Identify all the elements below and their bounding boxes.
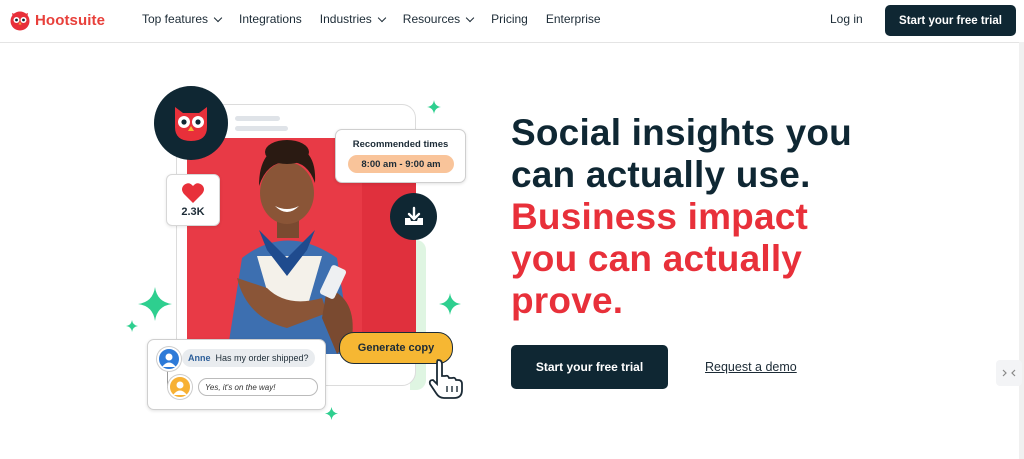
- headline-accent-line: you can actually: [511, 238, 803, 279]
- recommended-times-card: Recommended times 8:00 am - 9:00 am: [335, 129, 466, 183]
- placeholder-line: [235, 116, 280, 121]
- nav-start-trial-button[interactable]: Start your free trial: [885, 5, 1016, 36]
- login-link[interactable]: Log in: [830, 12, 863, 26]
- sparkle-icon: [427, 100, 441, 114]
- hootsuite-logo[interactable]: Hootsuite: [9, 9, 105, 31]
- user-avatar-icon: [157, 347, 181, 371]
- nav-item-label: Integrations: [239, 12, 302, 26]
- top-navigation: Hootsuite Top features Integrations Indu…: [0, 0, 1024, 43]
- widget-icon: [1002, 369, 1016, 377]
- chat-reply-field: Yes, it's on the way!: [198, 378, 318, 396]
- likes-count: 2.3K: [181, 206, 205, 218]
- nav-item-label: Pricing: [491, 12, 528, 26]
- placeholder-line: [235, 126, 288, 131]
- recommended-time-pill: 8:00 am - 9:00 am: [348, 155, 454, 173]
- nav-item-resources[interactable]: Resources: [402, 12, 475, 26]
- sparkle-icon: [138, 287, 172, 321]
- likes-card: 2.3K: [166, 174, 220, 226]
- headline-line: Social insights you: [511, 112, 852, 153]
- nav-item-pricing[interactable]: Pricing: [491, 12, 528, 26]
- user-avatar-icon: [168, 375, 192, 399]
- recommended-times-title: Recommended times: [352, 139, 449, 150]
- chevron-down-icon: [213, 13, 223, 22]
- download-badge: [390, 193, 437, 240]
- hero-headline: Social insights you can actually use. Bu…: [511, 112, 852, 322]
- nav-links: Top features Integrations Industries Res…: [142, 12, 619, 26]
- nav-item-label: Resources: [402, 12, 461, 26]
- request-demo-link[interactable]: Request a demo: [705, 360, 797, 374]
- nav-item-label: Industries: [319, 12, 372, 26]
- scrollbar-track[interactable]: [1019, 42, 1024, 459]
- heart-icon: [182, 183, 204, 203]
- owl-icon: [175, 107, 207, 141]
- nav-item-enterprise[interactable]: Enterprise: [546, 12, 601, 26]
- headline-accent-line: prove.: [511, 280, 624, 321]
- nav-item-label: Enterprise: [545, 12, 601, 26]
- headline-accent-line: Business impact: [511, 196, 809, 237]
- nav-item-industries[interactable]: Industries: [319, 12, 387, 26]
- sparkle-icon: [439, 293, 461, 315]
- nav-item-label: Top features: [142, 12, 209, 26]
- sparkle-icon: [126, 320, 138, 332]
- nav-item-integrations[interactable]: Integrations: [239, 12, 302, 26]
- hero-start-trial-button[interactable]: Start your free trial: [511, 345, 668, 389]
- nav-item-top-features[interactable]: Top features: [142, 12, 223, 26]
- logo-wordmark: Hootsuite: [35, 11, 106, 29]
- side-widget-button[interactable]: [996, 360, 1022, 386]
- chevron-down-icon: [465, 13, 475, 22]
- sparkle-icon: [325, 407, 338, 420]
- headline-line: can actually use.: [511, 154, 811, 195]
- chat-sender-name: Anne: [188, 353, 211, 363]
- hand-cursor-icon: [428, 359, 463, 399]
- chat-card: Anne Has my order shipped? Yes, it's on …: [147, 339, 326, 410]
- owl-logo-icon: [10, 11, 30, 31]
- chat-message-bubble: Anne Has my order shipped?: [182, 349, 315, 367]
- chevron-down-icon: [377, 13, 387, 22]
- download-tray-icon: [404, 206, 423, 225]
- hootsuite-owl-badge: [154, 86, 228, 160]
- chat-message-text: Has my order shipped?: [215, 353, 309, 363]
